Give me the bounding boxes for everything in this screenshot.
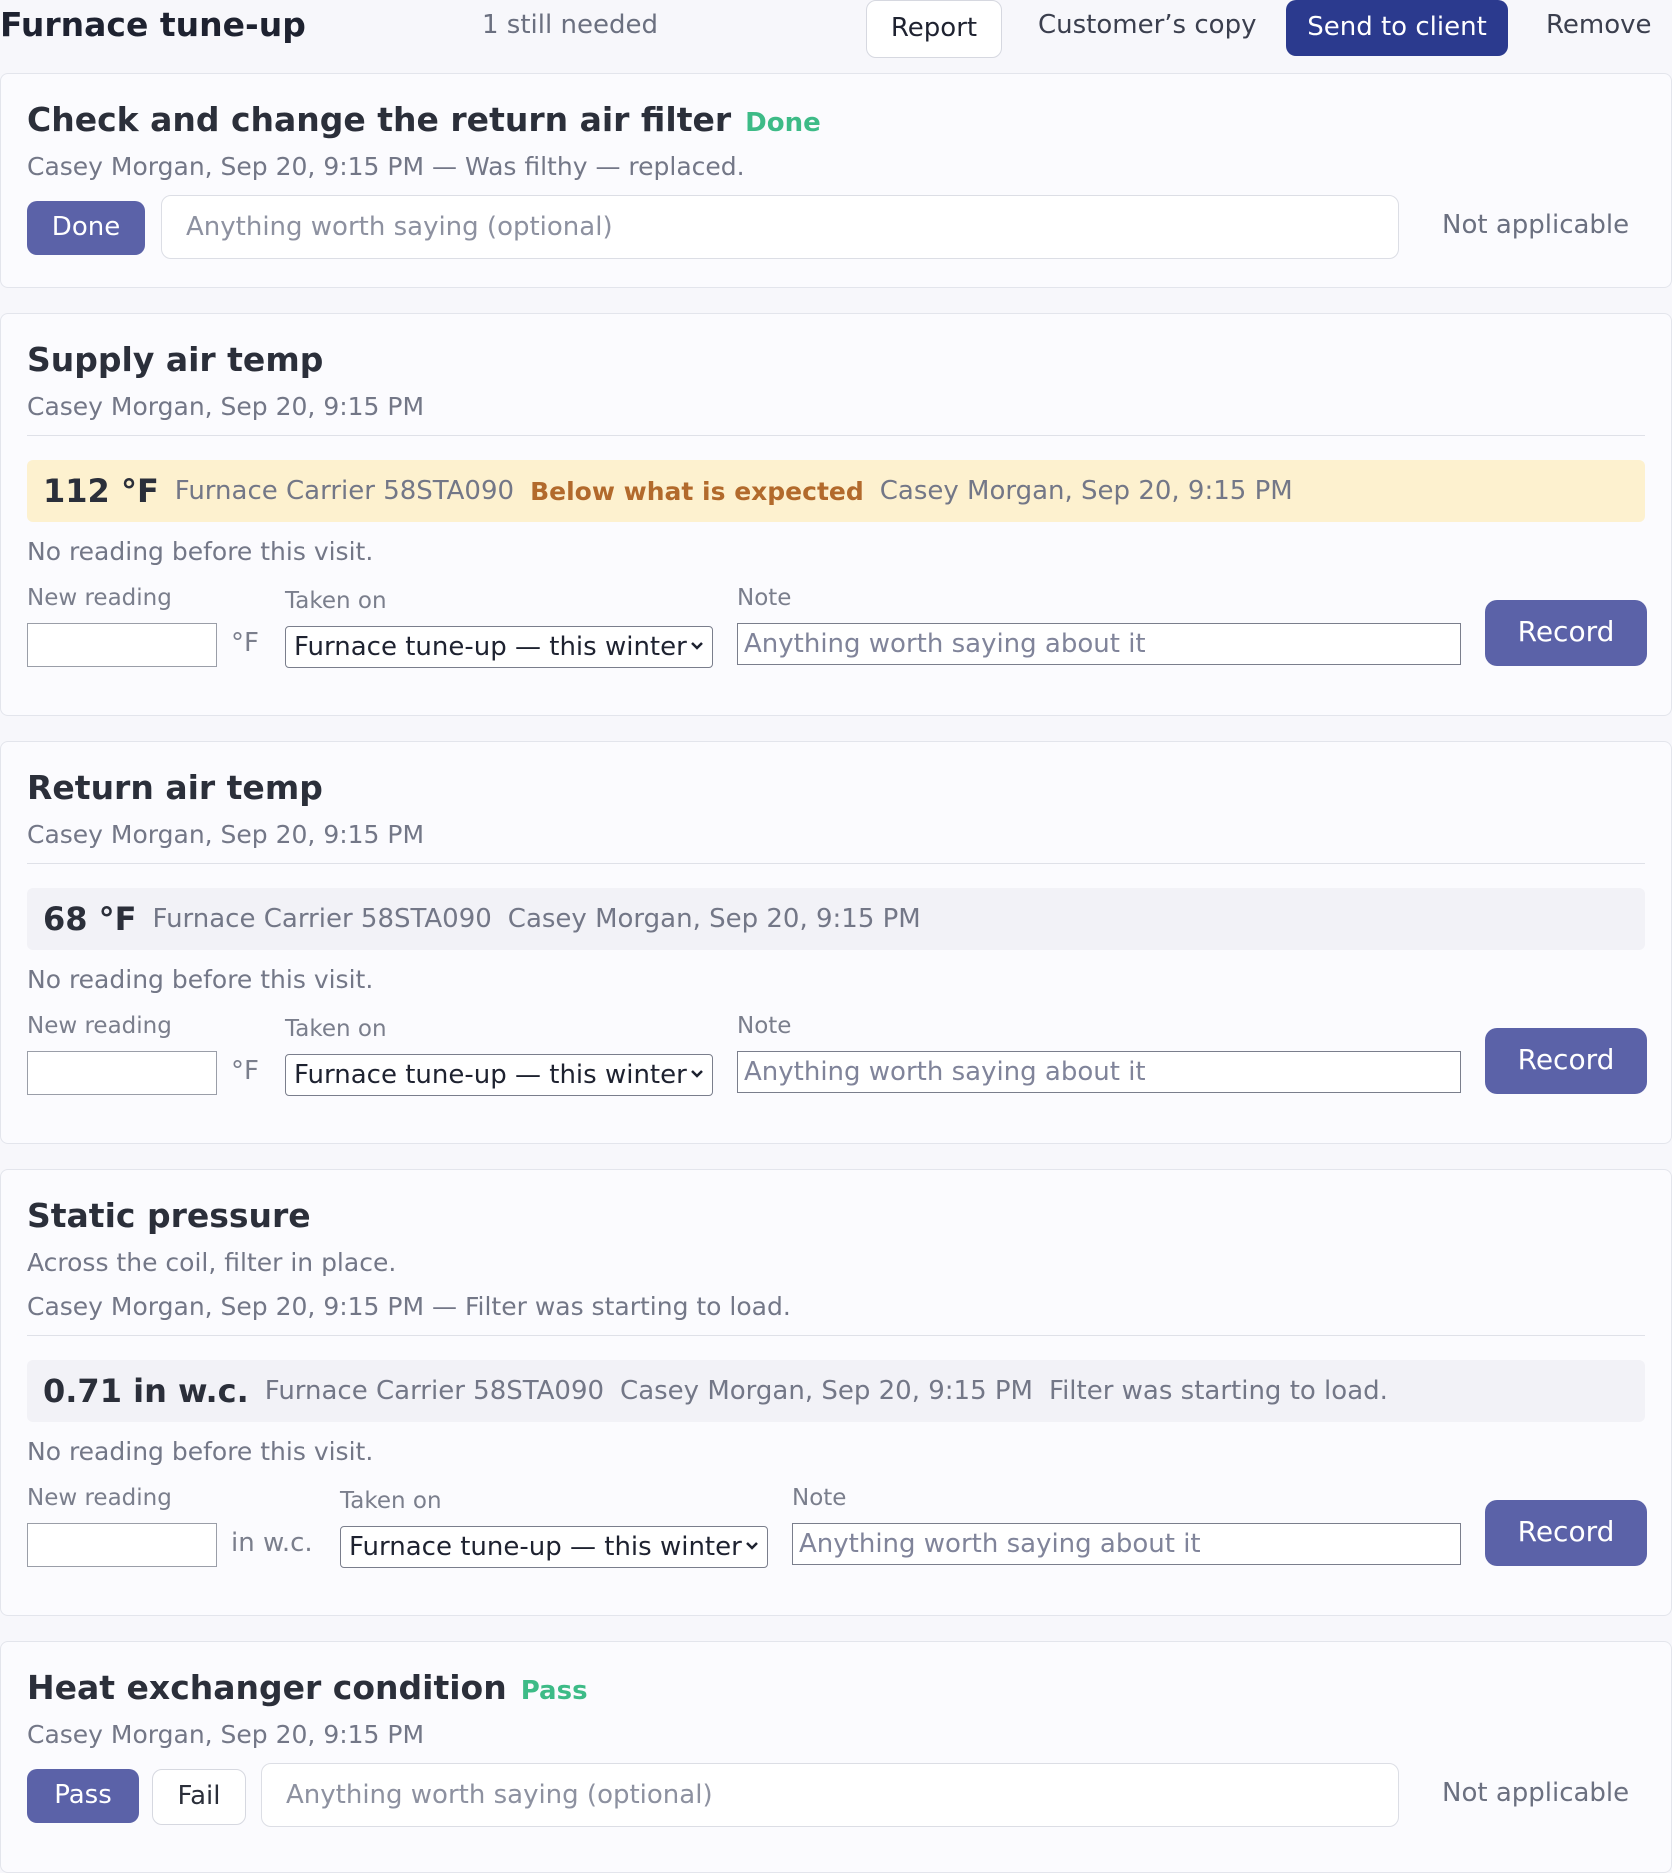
reading-author: Casey Morgan, Sep 20, 9:15 PM [507, 904, 921, 934]
note-label: Note [737, 1013, 792, 1039]
customer-copy-link[interactable]: Customer’s copy [1038, 10, 1256, 40]
top-bar: Furnace tune-up 1 still needed Report Cu… [0, 0, 1672, 70]
send-to-client-button[interactable]: Send to client [1286, 0, 1508, 56]
card-title: Check and change the return air filter Do… [27, 100, 821, 139]
latest-reading: 112 °F Furnace Carrier 58STA090 Below wh… [27, 460, 1645, 522]
card-meta: Casey Morgan, Sep 20, 9:15 PM [27, 820, 425, 849]
card-meta: Casey Morgan, Sep 20, 9:15 PM [27, 1720, 425, 1749]
reading-note: Filter was starting to load. [1049, 1376, 1388, 1406]
new-reading-label: New reading [27, 1485, 172, 1511]
record-button[interactable]: Record [1485, 1500, 1647, 1566]
still-needed-count: 1 still needed [482, 10, 658, 40]
comment-input[interactable] [261, 1763, 1399, 1827]
new-reading-input[interactable] [27, 1051, 217, 1095]
new-reading-input[interactable] [27, 623, 217, 667]
reading-equipment: Furnace Carrier 58STA090 [174, 476, 515, 506]
note-label: Note [737, 585, 792, 611]
status-badge: Pass [520, 1676, 588, 1706]
no-previous-reading: No reading before this visit. [27, 965, 374, 994]
new-reading-label: New reading [27, 585, 172, 611]
status-badge: Done [745, 108, 821, 138]
not-applicable-link[interactable]: Not applicable [1442, 210, 1629, 240]
chevron-down-icon [746, 1542, 758, 1550]
card-title: Static pressure [27, 1196, 311, 1235]
record-button[interactable]: Record [1485, 600, 1647, 666]
reading-value: 0.71 in w.c. [43, 1372, 249, 1410]
latest-reading: 0.71 in w.c. Furnace Carrier 58STA090 Ca… [27, 1360, 1645, 1422]
note-label: Note [792, 1485, 847, 1511]
divider [27, 435, 1645, 436]
card-meta: Casey Morgan, Sep 20, 9:15 PM — Filter w… [27, 1292, 791, 1321]
taken-on-select[interactable]: Furnace tune-up — this winter [340, 1526, 768, 1568]
card-meta: Casey Morgan, Sep 20, 9:15 PM [27, 392, 425, 421]
reading-value: 68 °F [43, 900, 137, 938]
unit-label: °F [231, 628, 259, 658]
card-title-text: Heat exchanger condition [27, 1668, 507, 1707]
measurement-card-supply-air: Supply air temp Casey Morgan, Sep 20, 9:… [0, 313, 1672, 716]
pass-button[interactable]: Pass [27, 1769, 139, 1823]
reading-value: 112 °F [43, 472, 159, 510]
card-title: Heat exchanger condition Pass [27, 1668, 588, 1707]
done-button[interactable]: Done [27, 201, 145, 255]
no-previous-reading: No reading before this visit. [27, 537, 374, 566]
taken-on-select[interactable]: Furnace tune-up — this winter [285, 1054, 713, 1096]
note-input[interactable] [737, 623, 1461, 665]
reading-warning-flag: Below what is expected [530, 476, 864, 506]
record-button[interactable]: Record [1485, 1028, 1647, 1094]
new-reading-label: New reading [27, 1013, 172, 1039]
not-applicable-link[interactable]: Not applicable [1442, 1778, 1629, 1808]
reading-author: Casey Morgan, Sep 20, 9:15 PM [879, 476, 1293, 506]
taken-on-value: Furnace tune-up — this winter [294, 1060, 687, 1090]
card-meta: Casey Morgan, Sep 20, 9:15 PM — Was filt… [27, 152, 745, 181]
unit-label: in w.c. [231, 1528, 313, 1558]
note-input[interactable] [737, 1051, 1461, 1093]
remove-link[interactable]: Remove [1546, 10, 1652, 40]
reading-author: Casey Morgan, Sep 20, 9:15 PM [620, 1376, 1033, 1406]
unit-label: °F [231, 1056, 259, 1086]
note-input[interactable] [792, 1523, 1461, 1565]
task-card-filter: Check and change the return air filter Do… [0, 73, 1672, 288]
card-description: Across the coil, filter in place. [27, 1248, 397, 1277]
report-button[interactable]: Report [866, 0, 1002, 58]
taken-on-label: Taken on [285, 588, 387, 614]
chevron-down-icon [691, 1070, 703, 1078]
fail-button[interactable]: Fail [152, 1769, 246, 1825]
taken-on-label: Taken on [285, 1016, 387, 1042]
reading-equipment: Furnace Carrier 58STA090 [152, 904, 492, 934]
measurement-card-return-air: Return air temp Casey Morgan, Sep 20, 9:… [0, 741, 1672, 1144]
reading-equipment: Furnace Carrier 58STA090 [264, 1376, 605, 1406]
taken-on-value: Furnace tune-up — this winter [294, 632, 687, 662]
page-title: Furnace tune-up [0, 5, 306, 44]
measurement-card-static-pressure: Static pressure Across the coil, filter … [0, 1169, 1672, 1616]
chevron-down-icon [691, 642, 703, 650]
new-reading-input[interactable] [27, 1523, 217, 1567]
comment-input[interactable] [161, 195, 1399, 259]
divider [27, 863, 1645, 864]
card-title-text: Check and change the return air filter [27, 100, 732, 139]
taken-on-select[interactable]: Furnace tune-up — this winter [285, 626, 713, 668]
card-title: Supply air temp [27, 340, 324, 379]
taken-on-value: Furnace tune-up — this winter [349, 1532, 742, 1562]
no-previous-reading: No reading before this visit. [27, 1437, 374, 1466]
latest-reading: 68 °F Furnace Carrier 58STA090 Casey Mor… [27, 888, 1645, 950]
task-card-heat-exchanger: Heat exchanger condition Pass Casey Morga… [0, 1641, 1672, 1873]
card-title: Return air temp [27, 768, 323, 807]
taken-on-label: Taken on [340, 1488, 442, 1514]
divider [27, 1335, 1645, 1336]
